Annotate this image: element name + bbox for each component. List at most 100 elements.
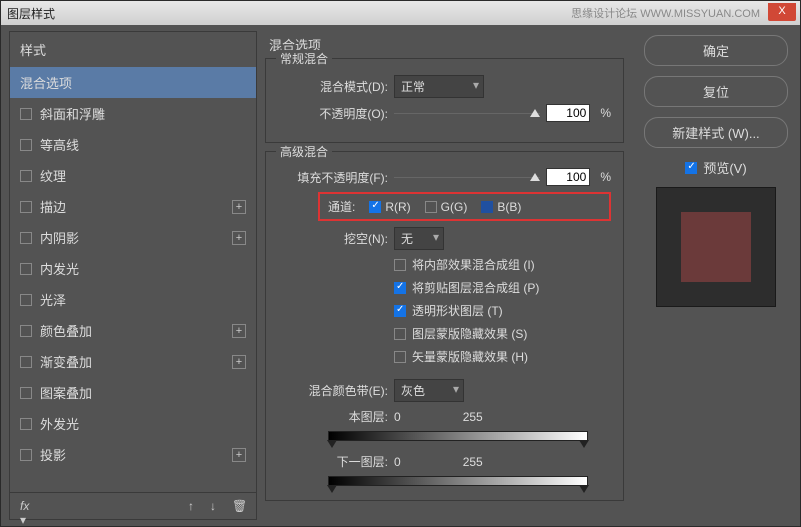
pct-label: % xyxy=(600,106,611,120)
knockout-label: 挖空(N): xyxy=(278,230,388,247)
this-layer-label: 本图层: xyxy=(278,408,388,425)
option-checkbox[interactable] xyxy=(394,328,406,340)
add-instance-icon[interactable]: + xyxy=(232,324,246,338)
style-checkbox[interactable] xyxy=(20,387,32,399)
channel-b-label: B(B) xyxy=(497,200,521,214)
channel-r-checkbox[interactable] xyxy=(369,201,381,213)
opacity-input[interactable]: 100 xyxy=(546,104,590,122)
channel-b-checkbox[interactable] xyxy=(481,201,493,213)
sidebar-item[interactable]: 投影+ xyxy=(10,439,256,470)
channel-r-label: R(R) xyxy=(385,200,410,214)
sidebar-item[interactable]: 图案叠加 xyxy=(10,377,256,408)
style-checkbox[interactable] xyxy=(20,170,32,182)
cancel-button[interactable]: 复位 xyxy=(644,76,788,107)
option-label: 将内部效果混合成组 (I) xyxy=(412,256,535,273)
sidebar-heading: 样式 xyxy=(10,32,256,67)
option-label: 将剪贴图层混合成组 (P) xyxy=(412,279,539,296)
option-label: 矢量蒙版隐藏效果 (H) xyxy=(412,348,528,365)
blend-mode-select[interactable]: 正常 xyxy=(394,75,484,98)
fill-opacity-label: 填充不透明度(F): xyxy=(278,169,388,186)
blend-mode-label: 混合模式(D): xyxy=(278,78,388,95)
new-style-button[interactable]: 新建样式 (W)... xyxy=(644,117,788,148)
close-button[interactable]: X xyxy=(768,3,796,21)
right-panel: 确定 复位 新建样式 (W)... 预览(V) xyxy=(632,25,800,526)
dialog-body: 样式 混合选项斜面和浮雕等高线纹理描边+内阴影+内发光光泽颜色叠加+渐变叠加+图… xyxy=(1,25,800,526)
sidebar-item-label: 斜面和浮雕 xyxy=(40,104,246,123)
style-checkbox[interactable] xyxy=(20,325,32,337)
normal-blend-group: 常规混合 混合模式(D): 正常 不透明度(O): 100 % xyxy=(265,58,624,143)
styles-sidebar: 样式 混合选项斜面和浮雕等高线纹理描边+内阴影+内发光光泽颜色叠加+渐变叠加+图… xyxy=(9,31,257,520)
this-lo: 0 xyxy=(394,410,401,424)
sidebar-item[interactable]: 内发光 xyxy=(10,253,256,284)
channels-highlight: 通道: R(R) G(G) B(B) xyxy=(318,192,611,221)
up-icon[interactable]: ↑ xyxy=(188,499,202,513)
blendif-select[interactable]: 灰色 xyxy=(394,379,464,402)
titlebar[interactable]: 图层样式 思缘设计论坛 WWW.MISSYUAN.COM X xyxy=(1,1,800,25)
channel-g-label: G(G) xyxy=(441,200,468,214)
blendif-label: 混合颜色带(E): xyxy=(278,382,388,399)
fill-slider[interactable] xyxy=(530,173,540,181)
sidebar-item-label: 描边 xyxy=(40,197,232,216)
window-title: 图层样式 xyxy=(7,5,55,22)
add-instance-icon[interactable]: + xyxy=(232,200,246,214)
preview-checkbox[interactable] xyxy=(685,162,697,174)
sidebar-item-label: 图案叠加 xyxy=(40,383,246,402)
option-label: 图层蒙版隐藏效果 (S) xyxy=(412,325,527,342)
sidebar-item[interactable]: 颜色叠加+ xyxy=(10,315,256,346)
knockout-select[interactable]: 无 xyxy=(394,227,444,250)
sidebar-item-label: 内发光 xyxy=(40,259,246,278)
fx-icon[interactable]: fx ▾ xyxy=(20,499,34,513)
sidebar-item[interactable]: 等高线 xyxy=(10,129,256,160)
sidebar-item[interactable]: 内阴影+ xyxy=(10,222,256,253)
sidebar-item-label: 外发光 xyxy=(40,414,246,433)
add-instance-icon[interactable]: + xyxy=(232,448,246,462)
this-hi: 255 xyxy=(463,410,483,424)
main-panel: 混合选项 常规混合 混合模式(D): 正常 不透明度(O): 100 % 高级混… xyxy=(257,25,632,526)
style-checkbox[interactable] xyxy=(20,418,32,430)
sidebar-item[interactable]: 光泽 xyxy=(10,284,256,315)
style-checkbox[interactable] xyxy=(20,294,32,306)
under-layer-label: 下一图层: xyxy=(278,453,388,470)
group-label-normal: 常规混合 xyxy=(276,50,332,67)
under-layer-gradient[interactable] xyxy=(328,476,588,486)
sidebar-item[interactable]: 外发光 xyxy=(10,408,256,439)
style-checkbox[interactable] xyxy=(20,356,32,368)
style-checkbox[interactable] xyxy=(20,232,32,244)
under-lo: 0 xyxy=(394,455,401,469)
opacity-label: 不透明度(O): xyxy=(278,105,388,122)
style-checkbox[interactable] xyxy=(20,449,32,461)
option-checkbox[interactable] xyxy=(394,282,406,294)
sidebar-item-label: 内阴影 xyxy=(40,228,232,247)
sidebar-item-label: 混合选项 xyxy=(20,73,246,92)
add-instance-icon[interactable]: + xyxy=(232,231,246,245)
style-checkbox[interactable] xyxy=(20,139,32,151)
sidebar-item[interactable]: 混合选项 xyxy=(10,67,256,98)
style-checkbox[interactable] xyxy=(20,201,32,213)
ok-button[interactable]: 确定 xyxy=(644,35,788,66)
opacity-slider[interactable] xyxy=(530,109,540,117)
preview-label: 预览(V) xyxy=(703,158,746,177)
add-instance-icon[interactable]: + xyxy=(232,355,246,369)
fill-opacity-input[interactable]: 100 xyxy=(546,168,590,186)
this-layer-gradient[interactable] xyxy=(328,431,588,441)
sidebar-item[interactable]: 纹理 xyxy=(10,160,256,191)
sidebar-item[interactable]: 描边+ xyxy=(10,191,256,222)
sidebar-item-label: 等高线 xyxy=(40,135,246,154)
channel-g-checkbox[interactable] xyxy=(425,201,437,213)
sidebar-item-label: 投影 xyxy=(40,445,232,464)
down-icon[interactable]: ↓ xyxy=(210,499,224,513)
style-checkbox[interactable] xyxy=(20,108,32,120)
sidebar-footer: fx ▾ ↑ ↓ 🗑 xyxy=(10,492,256,519)
sidebar-item-label: 颜色叠加 xyxy=(40,321,232,340)
style-checkbox[interactable] xyxy=(20,263,32,275)
sidebar-item[interactable]: 渐变叠加+ xyxy=(10,346,256,377)
preview-swatch xyxy=(656,187,776,307)
trash-icon[interactable]: 🗑 xyxy=(232,499,246,513)
option-checkbox[interactable] xyxy=(394,351,406,363)
sidebar-item[interactable]: 斜面和浮雕 xyxy=(10,98,256,129)
advanced-blend-group: 高级混合 填充不透明度(F): 100 % 通道: R(R) G(G) B(B)… xyxy=(265,151,624,501)
preview-inner xyxy=(681,212,751,282)
layer-style-dialog: 图层样式 思缘设计论坛 WWW.MISSYUAN.COM X 样式 混合选项斜面… xyxy=(0,0,801,527)
option-checkbox[interactable] xyxy=(394,259,406,271)
option-checkbox[interactable] xyxy=(394,305,406,317)
